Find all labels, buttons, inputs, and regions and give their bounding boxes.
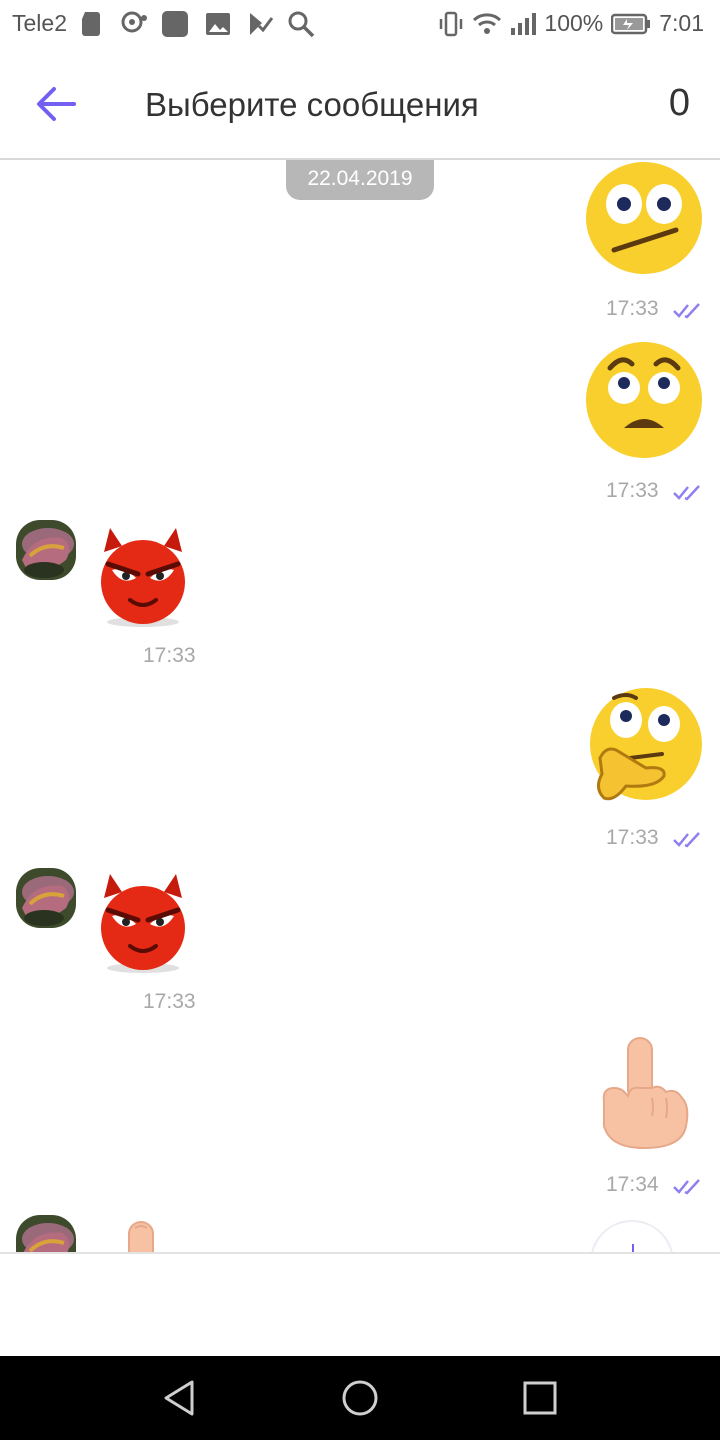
message-time: 17:33 bbox=[606, 297, 659, 320]
sd-card-icon bbox=[82, 12, 100, 36]
back-arrow-icon[interactable] bbox=[30, 84, 80, 124]
chevron-down-icon bbox=[632, 1244, 634, 1252]
status-bar: Tele2 100% 7:01 bbox=[0, 0, 720, 50]
signal-icon bbox=[511, 12, 537, 35]
thinking-face-sticker[interactable] bbox=[586, 688, 704, 806]
read-ticks-icon bbox=[673, 303, 700, 319]
read-ticks-icon bbox=[673, 1179, 700, 1195]
avatar[interactable] bbox=[16, 520, 76, 580]
avatar-image bbox=[16, 868, 76, 928]
devil-face-sticker[interactable] bbox=[96, 872, 190, 974]
bottom-panel bbox=[0, 1252, 720, 1356]
message-time: 17:33 bbox=[143, 990, 196, 1013]
read-ticks-icon bbox=[673, 832, 700, 848]
message-time: 17:33 bbox=[143, 644, 196, 667]
nav-recents-icon[interactable] bbox=[520, 1378, 560, 1418]
read-ticks-icon bbox=[673, 485, 700, 501]
battery-percent: 100% bbox=[544, 10, 604, 36]
finger-sticker[interactable] bbox=[126, 1220, 156, 1252]
message-time: 17:33 bbox=[606, 826, 659, 849]
gallery-icon bbox=[206, 13, 230, 35]
clock: 7:01 bbox=[659, 10, 704, 36]
hotspot-icon bbox=[121, 11, 147, 33]
avatar[interactable] bbox=[16, 868, 76, 928]
nav-back-icon[interactable] bbox=[160, 1378, 200, 1418]
app-notification-icon bbox=[162, 11, 188, 37]
message-time: 17:34 bbox=[606, 1173, 659, 1196]
battery-icon bbox=[611, 13, 651, 34]
avatar[interactable] bbox=[16, 1215, 76, 1252]
message-time: 17:33 bbox=[606, 479, 659, 502]
status-right: 100% 7:01 bbox=[438, 10, 704, 37]
selected-count: 0 bbox=[668, 82, 690, 124]
avatar-image bbox=[16, 1215, 76, 1252]
chat-list[interactable]: 22.04.2019 17:33 17:33 17:33 17:33 17:33… bbox=[0, 160, 720, 1252]
app-header: Выберите сообщения 0 bbox=[0, 50, 720, 160]
skeptical-face-sticker[interactable] bbox=[584, 160, 704, 276]
vibrate-icon bbox=[440, 11, 463, 36]
search-icon bbox=[288, 11, 315, 38]
worried-face-sticker[interactable] bbox=[584, 340, 704, 460]
scroll-down-button[interactable] bbox=[590, 1220, 674, 1252]
avatar-image bbox=[16, 520, 76, 580]
devil-face-sticker[interactable] bbox=[96, 526, 190, 628]
wifi-icon bbox=[473, 12, 502, 34]
page-title: Выберите сообщения bbox=[145, 86, 479, 123]
carrier-name: Tele2 bbox=[12, 10, 67, 36]
date-separator: 22.04.2019 bbox=[286, 160, 434, 200]
task-icon bbox=[250, 13, 273, 35]
middle-finger-sticker[interactable] bbox=[598, 1036, 690, 1152]
nav-home-icon[interactable] bbox=[340, 1378, 380, 1418]
system-navigation-bar bbox=[0, 1356, 720, 1440]
